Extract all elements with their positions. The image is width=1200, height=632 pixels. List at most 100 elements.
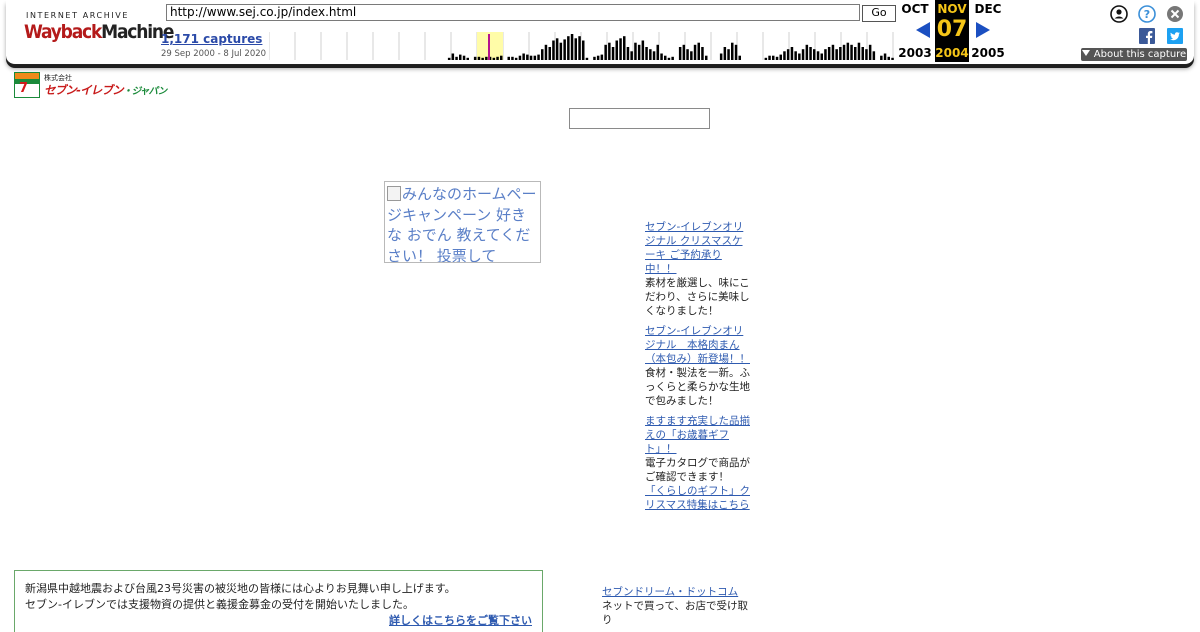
- sparkline-bar: [738, 55, 741, 60]
- sparkline-bar: [596, 55, 600, 60]
- seven-dream-link[interactable]: セブンドリーム・ドットコム: [602, 585, 752, 599]
- account-icon[interactable]: [1110, 5, 1128, 23]
- twitter-icon[interactable]: [1167, 28, 1183, 44]
- sparkline-bar: [462, 55, 466, 60]
- wayback-logo[interactable]: INTERNET ARCHIVE WaybackMachine: [24, 8, 174, 48]
- sparkline-bar: [705, 55, 708, 60]
- sparkline-bar: [734, 44, 738, 60]
- broken-image-icon: [387, 186, 401, 201]
- seven-dream-promo: セブンドリーム・ドットコム ネットで買って、お店で受け取り: [602, 585, 752, 627]
- about-capture-button[interactable]: About this capture: [1081, 48, 1187, 61]
- sparkline-bar: [473, 56, 477, 60]
- disaster-notice-box: 新潟県中越地震および台風23号災害の被災地の皆様には心よりお見舞い申し上げます。…: [14, 570, 543, 632]
- close-icon[interactable]: [1166, 5, 1184, 23]
- current-month-label: NOV: [937, 2, 967, 16]
- sparkline-bar: [887, 56, 890, 60]
- sparkline-bar: [839, 47, 842, 60]
- sparkline-bar: [451, 53, 455, 60]
- sparkline-bar: [779, 54, 782, 60]
- sparkline-bar: [794, 51, 797, 60]
- sparkline-bar: [667, 57, 671, 60]
- captures-link[interactable]: 1,171 captures: [161, 32, 262, 46]
- current-year-label: 2004: [935, 46, 969, 60]
- calendar-next-month[interactable]: DEC 2005: [971, 0, 1005, 62]
- sparkline-bar: [511, 56, 514, 60]
- sparkline-bar: [842, 44, 846, 60]
- sparkline-bar: [723, 47, 727, 60]
- sparkline-selected-capture: [488, 34, 490, 60]
- sparkline-bar: [585, 57, 589, 60]
- sparkline-bar: [671, 56, 674, 60]
- news-link-oseibo-gift[interactable]: ますます充実した品揃えの「お歳暮ギフト」！: [645, 414, 751, 456]
- sparkline-bar: [772, 55, 775, 60]
- next-month-label: DEC: [974, 2, 1002, 16]
- sparkline-bar: [619, 38, 622, 60]
- campaign-banner-image[interactable]: みんなのホームページキャンペーン 好きな おでん 教えてください！ 投票して: [384, 181, 541, 263]
- sparkline-bar: [529, 55, 533, 60]
- sparkline-bar: [567, 36, 570, 60]
- sparkline-bar: [496, 56, 499, 60]
- sparkline-bar: [514, 57, 518, 60]
- sparkline-bar: [857, 42, 861, 60]
- sparkline-bar: [537, 54, 540, 60]
- sparkline-bar: [775, 56, 779, 60]
- news-link-christmas-feature[interactable]: 「くらしのギフト」クリスマス特集はこちら: [645, 484, 751, 512]
- sparkline-bar: [727, 49, 730, 60]
- sparkline-bar: [809, 47, 812, 60]
- sparkline-bar: [831, 44, 835, 60]
- sparkline-bar: [455, 56, 458, 60]
- sparkline-bar: [492, 57, 496, 60]
- capture-sparkline[interactable]: [269, 32, 895, 60]
- sparkline-bar: [764, 57, 768, 60]
- capture-date-range: 29 Sep 2000 - 8 Jul 2020: [161, 49, 267, 59]
- sparkline-bar: [846, 42, 850, 60]
- notice-line-2: セブン-イレブンでは支援物資の提供と義援金募金の受付を開始いたしました。: [25, 598, 414, 611]
- sparkline-bar: [656, 44, 659, 60]
- sparkline-bar: [485, 56, 488, 60]
- sparkline-bar: [872, 51, 876, 60]
- prev-capture-arrow-icon[interactable]: [916, 22, 930, 38]
- sparkline-bar: [623, 36, 626, 60]
- sparkline-bar: [548, 47, 551, 60]
- url-input[interactable]: http://www.sej.co.jp/index.html: [166, 4, 860, 21]
- sparkline-bar: [701, 47, 704, 60]
- news-list: セブン-イレブンオリジナル クリスマスケーキ ご予約承り中！！ 素材を厳選し、味…: [645, 220, 751, 512]
- sparkline-bar: [865, 49, 868, 60]
- sparkline-bar: [645, 47, 648, 60]
- notice-line-1: 新潟県中越地震および台風23号災害の被災地の皆様には心よりお見舞い申し上げます。: [25, 582, 456, 595]
- sparkline-bar: [649, 49, 652, 60]
- sparkline-bar: [783, 51, 786, 60]
- sparkline-bar: [768, 55, 771, 60]
- sparkline-bar: [518, 55, 522, 60]
- sparkline-bar: [604, 44, 607, 60]
- seven-dream-desc: ネットで買って、お店で受け取り: [602, 600, 748, 626]
- sparkline-bar: [555, 38, 559, 60]
- caret-down-icon: [1081, 50, 1090, 56]
- seven-eleven-japan-logo[interactable]: 7 株式会社 セブン-イレブン・ジャパン: [14, 72, 167, 98]
- sparkline-bar: [526, 54, 529, 60]
- sparkline-bar: [861, 47, 864, 60]
- logo-company-name: セブン-イレブン・ジャパン: [44, 82, 167, 98]
- calendar-current-capture: NOV 07 2004: [935, 0, 969, 62]
- sparkline-bar: [891, 57, 894, 60]
- sparkline-bar: [641, 40, 645, 60]
- sparkline-bar: [690, 51, 693, 60]
- go-button[interactable]: Go: [862, 5, 896, 22]
- sparkline-bar: [570, 34, 574, 60]
- sparkline-bar: [883, 53, 887, 60]
- sparkline-bar: [678, 47, 682, 60]
- sparkline-bar: [615, 40, 618, 60]
- notice-details-link[interactable]: 詳しくはこちらをご覧下さい: [25, 613, 532, 629]
- sparkline-bar: [582, 40, 585, 60]
- news-link-christmas-cake[interactable]: セブン-イレブンオリジナル クリスマスケーキ ご予約承り中！！: [645, 220, 751, 276]
- news-link-nikuman[interactable]: セブン-イレブンオリジナル 本格肉まん（本包み）新登場！！: [645, 324, 751, 366]
- site-search-input[interactable]: [569, 108, 710, 129]
- current-day-label: 07: [936, 17, 968, 42]
- sparkline-bar: [693, 44, 697, 60]
- help-icon[interactable]: ?: [1138, 5, 1156, 23]
- sparkline-bar: [552, 40, 555, 60]
- facebook-icon[interactable]: [1139, 28, 1155, 44]
- seven-eleven-mark-icon: 7: [14, 72, 40, 98]
- sparkline-bar: [820, 53, 823, 60]
- sparkline-bar: [854, 47, 857, 60]
